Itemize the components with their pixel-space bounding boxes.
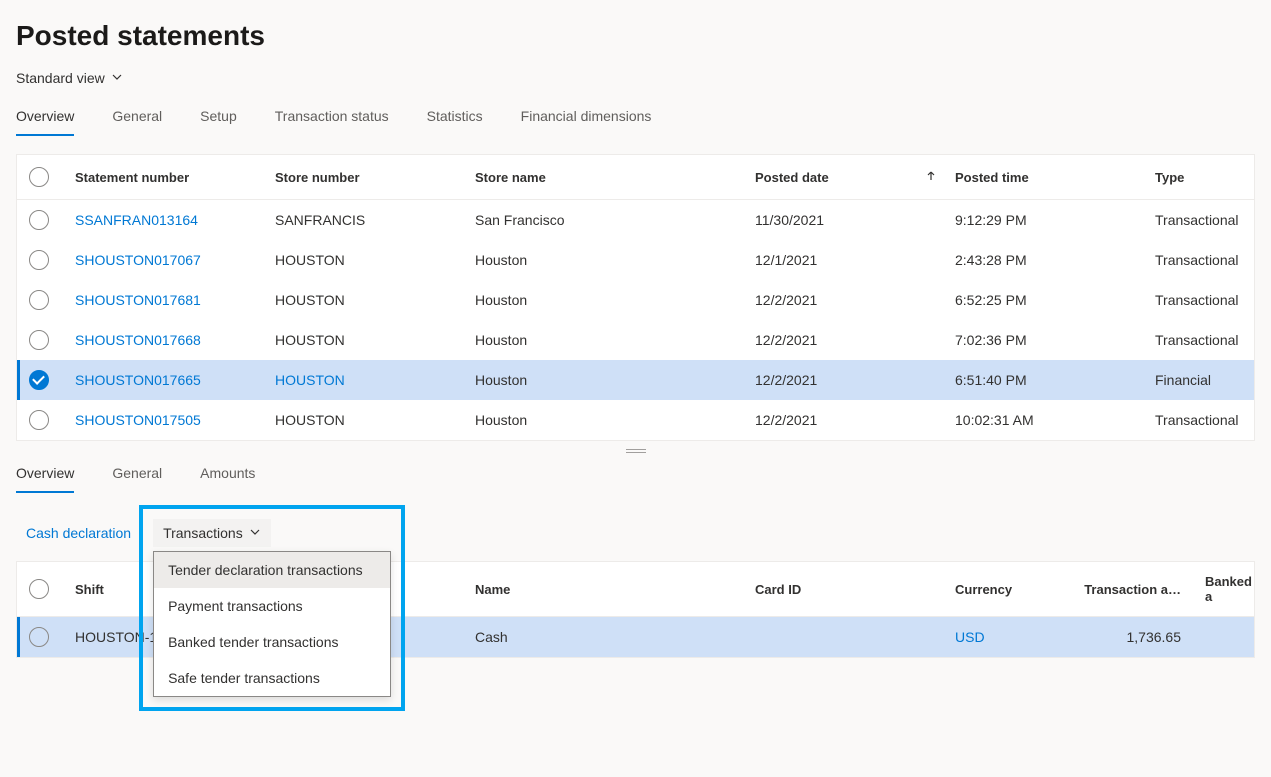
row-checkbox[interactable]	[29, 250, 49, 270]
posted-date-value: 12/2/2021	[755, 292, 955, 308]
posted-time-value: 9:12:29 PM	[955, 212, 1155, 228]
posted-date-value: 12/1/2021	[755, 252, 955, 268]
statements-grid: Statement number Store number Store name…	[16, 154, 1255, 441]
type-value: Financial	[1155, 372, 1254, 388]
store-number-link[interactable]: HOUSTON	[275, 372, 345, 388]
type-value: Transactional	[1155, 292, 1254, 308]
store-name-value: Houston	[475, 412, 755, 428]
row-checkbox[interactable]	[29, 627, 49, 647]
statements-grid-header: Statement number Store number Store name…	[17, 155, 1254, 200]
lines-select-all-checkbox[interactable]	[29, 579, 49, 599]
table-row[interactable]: SHOUSTON017681 HOUSTON Houston12/2/20216:5…	[17, 280, 1254, 320]
chevron-down-icon	[111, 70, 123, 86]
tab-transaction-status[interactable]: Transaction status	[275, 108, 389, 136]
store-number-value: SANFRANCIS	[275, 212, 365, 228]
subtab-general[interactable]: General	[112, 465, 162, 493]
col-header-store-name[interactable]: Store name	[475, 170, 755, 185]
col-header-card-id[interactable]: Card ID	[755, 582, 955, 597]
store-number-value: HOUSTON	[275, 332, 345, 348]
tab-general[interactable]: General	[112, 108, 162, 136]
table-row[interactable]: SHOUSTON017067 HOUSTON Houston12/1/20212:4…	[17, 240, 1254, 280]
tab-overview[interactable]: Overview	[16, 108, 74, 136]
col-header-statement-number[interactable]: Statement number	[75, 170, 275, 185]
type-value: Transactional	[1155, 332, 1254, 348]
view-selector-label: Standard view	[16, 70, 105, 86]
statement-number-link[interactable]: SHOUSTON017505	[75, 412, 201, 428]
col-header-transaction-amount[interactable]: Transaction a…	[1075, 582, 1205, 597]
col-header-type[interactable]: Type	[1155, 170, 1254, 185]
store-name-value: Houston	[475, 332, 755, 348]
statement-number-link[interactable]: SHOUSTON017067	[75, 252, 201, 268]
menu-banked-tender-transactions[interactable]: Banked tender transactions	[154, 624, 390, 660]
statement-number-link[interactable]: SHOUSTON017668	[75, 332, 201, 348]
splitter[interactable]	[16, 441, 1255, 465]
store-name-value: San Francisco	[475, 212, 755, 228]
col-header-posted-time[interactable]: Posted time	[955, 170, 1155, 185]
store-name-value: Houston	[475, 372, 755, 388]
posted-time-value: 7:02:36 PM	[955, 332, 1155, 348]
transactions-dropdown-menu: Tender declaration transactions Payment …	[153, 551, 391, 697]
type-value: Transactional	[1155, 252, 1254, 268]
table-row[interactable]: SHOUSTON017505 HOUSTON Houston12/2/202110:…	[17, 400, 1254, 440]
posted-date-value: 11/30/2021	[755, 212, 955, 228]
posted-date-value: 12/2/2021	[755, 372, 955, 388]
col-header-name[interactable]: Name	[475, 582, 755, 597]
view-selector[interactable]: Standard view	[16, 70, 123, 86]
store-number-value: HOUSTON	[275, 292, 345, 308]
table-row[interactable]: SHOUSTON017665 HOUSTON Houston12/2/20216:5…	[17, 360, 1254, 400]
tab-statistics[interactable]: Statistics	[427, 108, 483, 136]
page-title: Posted statements	[16, 20, 1255, 52]
select-all-checkbox[interactable]	[29, 167, 49, 187]
col-header-store-number[interactable]: Store number	[275, 170, 475, 185]
row-checkbox[interactable]	[29, 370, 49, 390]
menu-payment-transactions[interactable]: Payment transactions	[154, 588, 390, 624]
splitter-handle-icon	[626, 449, 646, 453]
name-value: Cash	[475, 629, 755, 645]
transaction-amount-value: 1,736.65	[1075, 629, 1205, 645]
menu-tender-declaration-transactions[interactable]: Tender declaration transactions	[154, 552, 390, 588]
tab-setup[interactable]: Setup	[200, 108, 237, 136]
statement-number-link[interactable]: SHOUSTON017681	[75, 292, 201, 308]
col-header-banked-amount[interactable]: Banked a	[1205, 574, 1254, 604]
store-number-value: HOUSTON	[275, 412, 345, 428]
row-checkbox[interactable]	[29, 410, 49, 430]
currency-link[interactable]: USD	[955, 629, 985, 645]
cash-declaration-button[interactable]: Cash declaration	[22, 519, 135, 547]
posted-date-value: 12/2/2021	[755, 332, 955, 348]
transactions-dropdown-button[interactable]: Transactions	[153, 519, 271, 547]
chevron-down-icon	[249, 525, 261, 541]
row-checkbox[interactable]	[29, 290, 49, 310]
posted-time-value: 10:02:31 AM	[955, 412, 1155, 428]
statement-number-link[interactable]: SHOUSTON017665	[75, 372, 201, 388]
type-value: Transactional	[1155, 412, 1254, 428]
posted-date-value: 12/2/2021	[755, 412, 955, 428]
menu-safe-tender-transactions[interactable]: Safe tender transactions	[154, 660, 390, 696]
col-header-currency[interactable]: Currency	[955, 582, 1075, 597]
subtab-overview[interactable]: Overview	[16, 465, 74, 493]
subtab-amounts[interactable]: Amounts	[200, 465, 255, 493]
main-tabs: Overview General Setup Transaction statu…	[16, 108, 1255, 136]
table-row[interactable]: SHOUSTON017668 HOUSTON Houston12/2/20217:0…	[17, 320, 1254, 360]
col-header-posted-date[interactable]: Posted date	[755, 170, 955, 185]
posted-time-value: 6:51:40 PM	[955, 372, 1155, 388]
row-checkbox[interactable]	[29, 330, 49, 350]
tab-financial-dimensions[interactable]: Financial dimensions	[521, 108, 652, 136]
store-name-value: Houston	[475, 252, 755, 268]
posted-time-value: 2:43:28 PM	[955, 252, 1155, 268]
statement-number-link[interactable]: SSANFRAN013164	[75, 212, 198, 228]
lines-toolbar: Cash declaration Transactions Tender dec…	[16, 519, 1255, 547]
sub-tabs: Overview General Amounts	[16, 465, 1255, 493]
sort-ascending-icon	[925, 170, 937, 185]
table-row[interactable]: SSANFRAN013164 SANFRANCIS San Francisco11/…	[17, 200, 1254, 240]
store-name-value: Houston	[475, 292, 755, 308]
type-value: Transactional	[1155, 212, 1254, 228]
row-checkbox[interactable]	[29, 210, 49, 230]
store-number-value: HOUSTON	[275, 252, 345, 268]
posted-time-value: 6:52:25 PM	[955, 292, 1155, 308]
